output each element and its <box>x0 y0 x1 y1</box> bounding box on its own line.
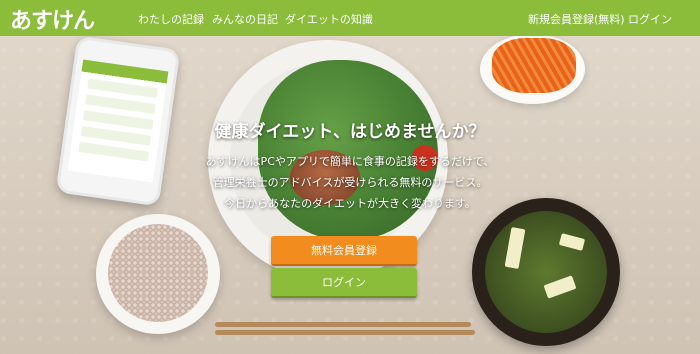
nav-everyone-diary[interactable]: みんなの日記 <box>212 11 278 27</box>
login-button[interactable]: ログイン <box>271 268 417 298</box>
chopstick <box>215 330 475 335</box>
free-register-button[interactable]: 無料会員登録 <box>271 236 417 266</box>
carrot-salad <box>492 38 576 93</box>
miso-soup <box>485 211 607 333</box>
nav-login-link[interactable]: ログイン <box>628 11 672 27</box>
nav-my-records[interactable]: わたしの記録 <box>138 11 204 27</box>
nav-register-link[interactable]: 新規会員登録(無料) <box>528 11 625 27</box>
hero-headline: 健康ダイエット、はじめませんか？ <box>214 122 486 142</box>
multigrain-rice <box>108 224 208 322</box>
nav-diet-knowledge[interactable]: ダイエットの知識 <box>285 11 373 27</box>
site-logo[interactable]: あすけん <box>10 3 95 35</box>
top-nav: あすけん わたしの記録 みんなの日記 ダイエットの知識 新規会員登録(無料) ロ… <box>0 0 700 36</box>
chopstick <box>215 322 471 327</box>
hero-description-line: 今日からあなたのダイエットが大きく変わります。 <box>224 197 476 210</box>
hero-description-line: あすけんはPCやアプリで簡単に食事の記録をするだけで、 <box>205 155 495 168</box>
hero-description-line: 管理栄養士のアドバイスが受けられる無料のサービス。 <box>212 176 488 189</box>
